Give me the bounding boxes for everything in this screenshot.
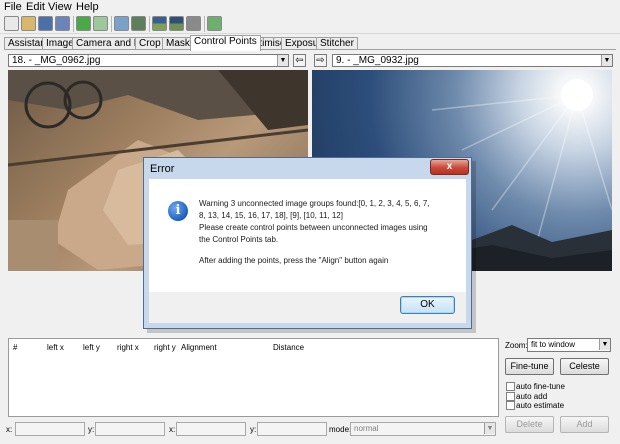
delete-button[interactable]: Delete <box>505 416 554 433</box>
next-image-button[interactable]: ⇨ <box>314 54 327 67</box>
zoom-label: Zoom: <box>505 341 528 350</box>
message-line: After adding the points, press the "Alig… <box>199 256 389 265</box>
paving-stone <box>8 220 58 271</box>
column-header-left-x[interactable]: left x <box>47 343 64 352</box>
save-as-icon[interactable] <box>55 16 70 31</box>
optimize-icon[interactable] <box>207 16 222 31</box>
auto-estimate-checkbox[interactable] <box>506 401 515 410</box>
menu-bar: File Edit View Help <box>0 0 620 14</box>
ok-button[interactable]: OK <box>400 296 455 314</box>
save-icon[interactable] <box>38 16 53 31</box>
left-x-field[interactable] <box>15 422 85 436</box>
add-images-icon[interactable] <box>114 16 129 31</box>
column-header-alignment[interactable]: Alignment <box>181 343 217 352</box>
column-header-distance[interactable]: Distance <box>273 343 304 352</box>
add-series-icon[interactable] <box>131 16 146 31</box>
control-points-table[interactable]: # left x left y right x right y Alignmen… <box>8 338 499 417</box>
auto-fine-tune-checkbox[interactable] <box>506 382 515 391</box>
message-line: Please create control points between unc… <box>199 223 428 232</box>
message-line: the Control Points tab. <box>199 235 279 244</box>
sun <box>561 79 593 111</box>
mode-select[interactable]: normal ▼ <box>350 422 496 436</box>
chevron-down-icon: ▼ <box>601 55 612 66</box>
add-button[interactable]: Add <box>560 416 609 433</box>
open-folder-icon[interactable] <box>21 16 36 31</box>
mode-select-value: normal <box>354 424 379 433</box>
right-x-field[interactable] <box>176 422 246 436</box>
right-image-select[interactable]: 9. - _MG_0932.jpg ▼ <box>332 54 613 67</box>
left-image-select[interactable]: 18. - _MG_0962.jpg ▼ <box>8 54 289 67</box>
new-project-icon[interactable] <box>4 16 19 31</box>
tab-bar: Assistant Images Camera and Lens Crop Ma… <box>4 35 616 51</box>
layout-icon[interactable] <box>186 16 201 31</box>
menu-help[interactable]: Help <box>76 1 99 13</box>
message-line: 8, 13, 14, 15, 16, 17, 18], [9], [10, 11… <box>199 211 343 220</box>
left-y-field[interactable] <box>95 422 165 436</box>
mode-label: mode: <box>329 425 352 434</box>
toolbar-separator <box>111 16 112 32</box>
auto-add-label: auto add <box>516 392 548 401</box>
celeste-button[interactable]: Celeste <box>560 358 609 375</box>
message-line: Warning 3 unconnected image groups found… <box>199 199 430 208</box>
column-header-left-y[interactable]: left y <box>83 343 100 352</box>
auto-fine-tune-label: auto fine-tune <box>516 382 565 391</box>
auto-add-checkbox[interactable] <box>506 392 515 401</box>
left-image-select-value: 18. - _MG_0962.jpg <box>12 55 101 66</box>
left-y-label: y: <box>88 425 95 434</box>
column-header-right-x[interactable]: right x <box>117 343 139 352</box>
close-button[interactable]: x <box>430 159 469 175</box>
undo-icon[interactable] <box>76 16 91 31</box>
toolbar-separator <box>73 16 74 32</box>
tab-control-points[interactable]: Control Points <box>190 35 261 51</box>
dialog-title: Error <box>150 163 175 175</box>
right-y-label: y: <box>250 425 257 434</box>
previous-image-button[interactable]: ⇦ <box>293 54 306 67</box>
fine-tune-button[interactable]: Fine-tune <box>505 358 554 375</box>
menu-file[interactable]: File <box>4 1 22 13</box>
menu-edit[interactable]: Edit <box>26 1 45 13</box>
zoom-select-value: fit to window <box>531 340 576 349</box>
chevron-down-icon: ▼ <box>277 55 288 66</box>
close-icon: x <box>446 161 453 172</box>
fast-preview-icon[interactable] <box>169 16 184 31</box>
dialog-body: i Warning 3 unconnected image groups fou… <box>149 179 466 292</box>
arrow-left-icon: ⇦ <box>295 55 304 66</box>
right-x-label: x: <box>169 425 176 434</box>
arrow-right-icon: ⇨ <box>316 55 325 66</box>
left-x-label: x: <box>6 425 13 434</box>
error-dialog: Error x i Warning 3 unconnected image gr… <box>143 157 472 329</box>
auto-estimate-label: auto estimate <box>516 401 565 410</box>
toolbar-separator <box>149 16 150 32</box>
column-header-number[interactable]: # <box>13 343 17 352</box>
right-image-select-value: 9. - _MG_0932.jpg <box>336 55 419 66</box>
chevron-down-icon: ▼ <box>484 423 495 434</box>
preview-icon[interactable] <box>152 16 167 31</box>
zoom-select[interactable]: fit to window ▼ <box>527 338 611 352</box>
redo-icon[interactable] <box>93 16 108 31</box>
menu-view[interactable]: View <box>48 1 72 13</box>
dialog-footer: OK <box>149 292 466 323</box>
chevron-down-icon: ▼ <box>599 339 610 350</box>
toolbar <box>0 14 620 34</box>
toolbar-separator <box>204 16 205 32</box>
column-header-right-y[interactable]: right y <box>154 343 176 352</box>
info-icon: i <box>168 201 188 221</box>
right-y-field[interactable] <box>257 422 327 436</box>
